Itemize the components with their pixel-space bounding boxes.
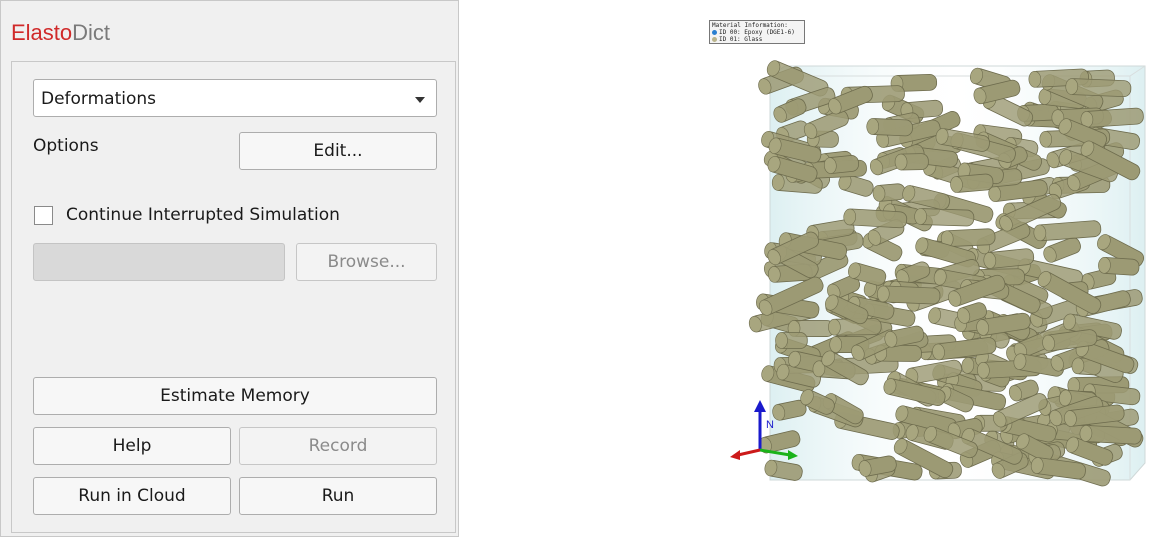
fiber: [823, 155, 860, 174]
microstructure-volume: [748, 60, 1146, 487]
fiber: [866, 118, 913, 137]
axis-n-label: N: [766, 419, 774, 431]
browse-button[interactable]: Browse...: [296, 243, 437, 281]
fiber: [1079, 425, 1142, 445]
continue-simulation-checkbox[interactable]: [34, 206, 53, 225]
fiber: [1098, 257, 1140, 276]
edit-options-button[interactable]: Edit...: [239, 132, 437, 170]
run-button[interactable]: Run: [239, 477, 437, 515]
run-in-cloud-button[interactable]: Run in Cloud: [33, 477, 231, 515]
fiber: [894, 153, 929, 171]
fiber: [876, 285, 941, 305]
fiber: [843, 208, 908, 229]
3d-viewport[interactable]: N: [700, 18, 1154, 537]
axis-n-arrow-icon: [754, 400, 766, 412]
app-title: ElastoDict: [11, 19, 110, 47]
app-title-dict: Dict: [72, 20, 111, 45]
app-title-elasto: Elasto: [11, 20, 73, 45]
solver-dropdown-value: Deformations: [41, 89, 157, 109]
solver-dropdown[interactable]: Deformations: [33, 79, 437, 117]
fiber: [1065, 78, 1132, 98]
options-label: Options: [33, 136, 99, 156]
fiber: [872, 183, 906, 202]
fiber: [775, 332, 808, 349]
record-button[interactable]: Record: [239, 427, 437, 465]
simulation-path-field[interactable]: [33, 243, 285, 281]
fiber: [914, 208, 975, 227]
fiber: [950, 173, 994, 193]
help-button[interactable]: Help: [33, 427, 231, 465]
continue-simulation-label: Continue Interrupted Simulation: [66, 205, 340, 225]
axis-x-arrow-icon: [730, 450, 740, 460]
axis-x-line: [737, 448, 761, 457]
fiber: [940, 228, 996, 247]
chevron-down-icon: [415, 97, 425, 103]
estimate-memory-button[interactable]: Estimate Memory: [33, 377, 437, 415]
